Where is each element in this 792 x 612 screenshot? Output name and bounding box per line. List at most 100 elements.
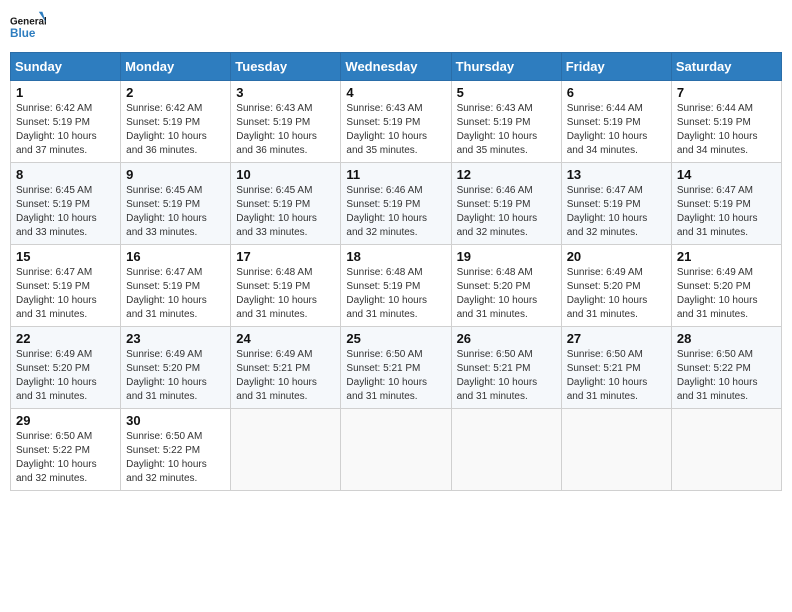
day-info: Sunrise: 6:48 AMSunset: 5:19 PMDaylight:… bbox=[346, 267, 427, 320]
day-cell: 22 Sunrise: 6:49 AMSunset: 5:20 PMDaylig… bbox=[11, 327, 121, 409]
day-info: Sunrise: 6:43 AMSunset: 5:19 PMDaylight:… bbox=[236, 103, 317, 156]
day-cell bbox=[451, 409, 561, 491]
day-cell: 9 Sunrise: 6:45 AMSunset: 5:19 PMDayligh… bbox=[121, 163, 231, 245]
day-cell: 19 Sunrise: 6:48 AMSunset: 5:20 PMDaylig… bbox=[451, 245, 561, 327]
day-cell: 15 Sunrise: 6:47 AMSunset: 5:19 PMDaylig… bbox=[11, 245, 121, 327]
week-row-5: 29 Sunrise: 6:50 AMSunset: 5:22 PMDaylig… bbox=[11, 409, 782, 491]
day-info: Sunrise: 6:43 AMSunset: 5:19 PMDaylight:… bbox=[457, 103, 538, 156]
day-cell: 8 Sunrise: 6:45 AMSunset: 5:19 PMDayligh… bbox=[11, 163, 121, 245]
day-info: Sunrise: 6:43 AMSunset: 5:19 PMDaylight:… bbox=[346, 103, 427, 156]
day-info: Sunrise: 6:45 AMSunset: 5:19 PMDaylight:… bbox=[236, 185, 317, 238]
weekday-header-friday: Friday bbox=[561, 53, 671, 81]
day-info: Sunrise: 6:48 AMSunset: 5:19 PMDaylight:… bbox=[236, 267, 317, 320]
day-number: 24 bbox=[236, 331, 335, 346]
day-number: 29 bbox=[16, 413, 115, 428]
week-row-3: 15 Sunrise: 6:47 AMSunset: 5:19 PMDaylig… bbox=[11, 245, 782, 327]
day-cell: 6 Sunrise: 6:44 AMSunset: 5:19 PMDayligh… bbox=[561, 81, 671, 163]
day-cell: 30 Sunrise: 6:50 AMSunset: 5:22 PMDaylig… bbox=[121, 409, 231, 491]
day-info: Sunrise: 6:50 AMSunset: 5:21 PMDaylight:… bbox=[457, 349, 538, 402]
day-number: 6 bbox=[567, 85, 666, 100]
day-info: Sunrise: 6:47 AMSunset: 5:19 PMDaylight:… bbox=[16, 267, 97, 320]
day-number: 26 bbox=[457, 331, 556, 346]
day-cell: 25 Sunrise: 6:50 AMSunset: 5:21 PMDaylig… bbox=[341, 327, 451, 409]
day-info: Sunrise: 6:46 AMSunset: 5:19 PMDaylight:… bbox=[457, 185, 538, 238]
day-info: Sunrise: 6:50 AMSunset: 5:22 PMDaylight:… bbox=[126, 431, 207, 484]
day-number: 23 bbox=[126, 331, 225, 346]
day-number: 15 bbox=[16, 249, 115, 264]
day-info: Sunrise: 6:46 AMSunset: 5:19 PMDaylight:… bbox=[346, 185, 427, 238]
day-number: 30 bbox=[126, 413, 225, 428]
day-cell: 7 Sunrise: 6:44 AMSunset: 5:19 PMDayligh… bbox=[671, 81, 781, 163]
day-cell bbox=[561, 409, 671, 491]
day-info: Sunrise: 6:44 AMSunset: 5:19 PMDaylight:… bbox=[567, 103, 648, 156]
day-number: 13 bbox=[567, 167, 666, 182]
calendar: SundayMondayTuesdayWednesdayThursdayFrid… bbox=[10, 52, 782, 491]
day-number: 17 bbox=[236, 249, 335, 264]
week-row-2: 8 Sunrise: 6:45 AMSunset: 5:19 PMDayligh… bbox=[11, 163, 782, 245]
weekday-header-thursday: Thursday bbox=[451, 53, 561, 81]
day-info: Sunrise: 6:45 AMSunset: 5:19 PMDaylight:… bbox=[126, 185, 207, 238]
day-info: Sunrise: 6:50 AMSunset: 5:22 PMDaylight:… bbox=[16, 431, 97, 484]
weekday-header-wednesday: Wednesday bbox=[341, 53, 451, 81]
day-info: Sunrise: 6:50 AMSunset: 5:21 PMDaylight:… bbox=[346, 349, 427, 402]
day-cell: 21 Sunrise: 6:49 AMSunset: 5:20 PMDaylig… bbox=[671, 245, 781, 327]
day-number: 16 bbox=[126, 249, 225, 264]
day-cell: 14 Sunrise: 6:47 AMSunset: 5:19 PMDaylig… bbox=[671, 163, 781, 245]
day-info: Sunrise: 6:50 AMSunset: 5:22 PMDaylight:… bbox=[677, 349, 758, 402]
day-cell: 20 Sunrise: 6:49 AMSunset: 5:20 PMDaylig… bbox=[561, 245, 671, 327]
day-cell: 11 Sunrise: 6:46 AMSunset: 5:19 PMDaylig… bbox=[341, 163, 451, 245]
svg-text:General: General bbox=[10, 16, 46, 27]
day-info: Sunrise: 6:47 AMSunset: 5:19 PMDaylight:… bbox=[677, 185, 758, 238]
weekday-header-saturday: Saturday bbox=[671, 53, 781, 81]
day-number: 10 bbox=[236, 167, 335, 182]
day-info: Sunrise: 6:49 AMSunset: 5:20 PMDaylight:… bbox=[567, 267, 648, 320]
day-info: Sunrise: 6:42 AMSunset: 5:19 PMDaylight:… bbox=[126, 103, 207, 156]
day-cell: 24 Sunrise: 6:49 AMSunset: 5:21 PMDaylig… bbox=[231, 327, 341, 409]
day-info: Sunrise: 6:50 AMSunset: 5:21 PMDaylight:… bbox=[567, 349, 648, 402]
day-cell: 17 Sunrise: 6:48 AMSunset: 5:19 PMDaylig… bbox=[231, 245, 341, 327]
header: General Blue bbox=[10, 10, 782, 46]
day-cell: 4 Sunrise: 6:43 AMSunset: 5:19 PMDayligh… bbox=[341, 81, 451, 163]
day-number: 12 bbox=[457, 167, 556, 182]
day-number: 9 bbox=[126, 167, 225, 182]
svg-text:Blue: Blue bbox=[10, 27, 36, 40]
day-cell: 12 Sunrise: 6:46 AMSunset: 5:19 PMDaylig… bbox=[451, 163, 561, 245]
day-number: 27 bbox=[567, 331, 666, 346]
day-cell: 28 Sunrise: 6:50 AMSunset: 5:22 PMDaylig… bbox=[671, 327, 781, 409]
day-cell: 1 Sunrise: 6:42 AMSunset: 5:19 PMDayligh… bbox=[11, 81, 121, 163]
day-info: Sunrise: 6:45 AMSunset: 5:19 PMDaylight:… bbox=[16, 185, 97, 238]
day-number: 11 bbox=[346, 167, 445, 182]
day-number: 19 bbox=[457, 249, 556, 264]
day-info: Sunrise: 6:48 AMSunset: 5:20 PMDaylight:… bbox=[457, 267, 538, 320]
day-cell: 23 Sunrise: 6:49 AMSunset: 5:20 PMDaylig… bbox=[121, 327, 231, 409]
day-number: 4 bbox=[346, 85, 445, 100]
day-number: 22 bbox=[16, 331, 115, 346]
day-info: Sunrise: 6:49 AMSunset: 5:21 PMDaylight:… bbox=[236, 349, 317, 402]
day-cell bbox=[671, 409, 781, 491]
logo-icon: General Blue bbox=[10, 10, 46, 46]
day-cell: 18 Sunrise: 6:48 AMSunset: 5:19 PMDaylig… bbox=[341, 245, 451, 327]
day-cell: 26 Sunrise: 6:50 AMSunset: 5:21 PMDaylig… bbox=[451, 327, 561, 409]
logo: General Blue bbox=[10, 10, 46, 46]
day-number: 14 bbox=[677, 167, 776, 182]
day-number: 28 bbox=[677, 331, 776, 346]
day-cell: 16 Sunrise: 6:47 AMSunset: 5:19 PMDaylig… bbox=[121, 245, 231, 327]
weekday-header-row: SundayMondayTuesdayWednesdayThursdayFrid… bbox=[11, 53, 782, 81]
day-number: 21 bbox=[677, 249, 776, 264]
day-cell bbox=[341, 409, 451, 491]
day-number: 1 bbox=[16, 85, 115, 100]
day-info: Sunrise: 6:49 AMSunset: 5:20 PMDaylight:… bbox=[16, 349, 97, 402]
day-info: Sunrise: 6:47 AMSunset: 5:19 PMDaylight:… bbox=[126, 267, 207, 320]
day-number: 18 bbox=[346, 249, 445, 264]
weekday-header-monday: Monday bbox=[121, 53, 231, 81]
day-cell: 10 Sunrise: 6:45 AMSunset: 5:19 PMDaylig… bbox=[231, 163, 341, 245]
day-number: 8 bbox=[16, 167, 115, 182]
day-info: Sunrise: 6:47 AMSunset: 5:19 PMDaylight:… bbox=[567, 185, 648, 238]
day-cell: 13 Sunrise: 6:47 AMSunset: 5:19 PMDaylig… bbox=[561, 163, 671, 245]
day-number: 2 bbox=[126, 85, 225, 100]
day-cell: 29 Sunrise: 6:50 AMSunset: 5:22 PMDaylig… bbox=[11, 409, 121, 491]
day-info: Sunrise: 6:44 AMSunset: 5:19 PMDaylight:… bbox=[677, 103, 758, 156]
week-row-1: 1 Sunrise: 6:42 AMSunset: 5:19 PMDayligh… bbox=[11, 81, 782, 163]
day-number: 3 bbox=[236, 85, 335, 100]
weekday-header-tuesday: Tuesday bbox=[231, 53, 341, 81]
